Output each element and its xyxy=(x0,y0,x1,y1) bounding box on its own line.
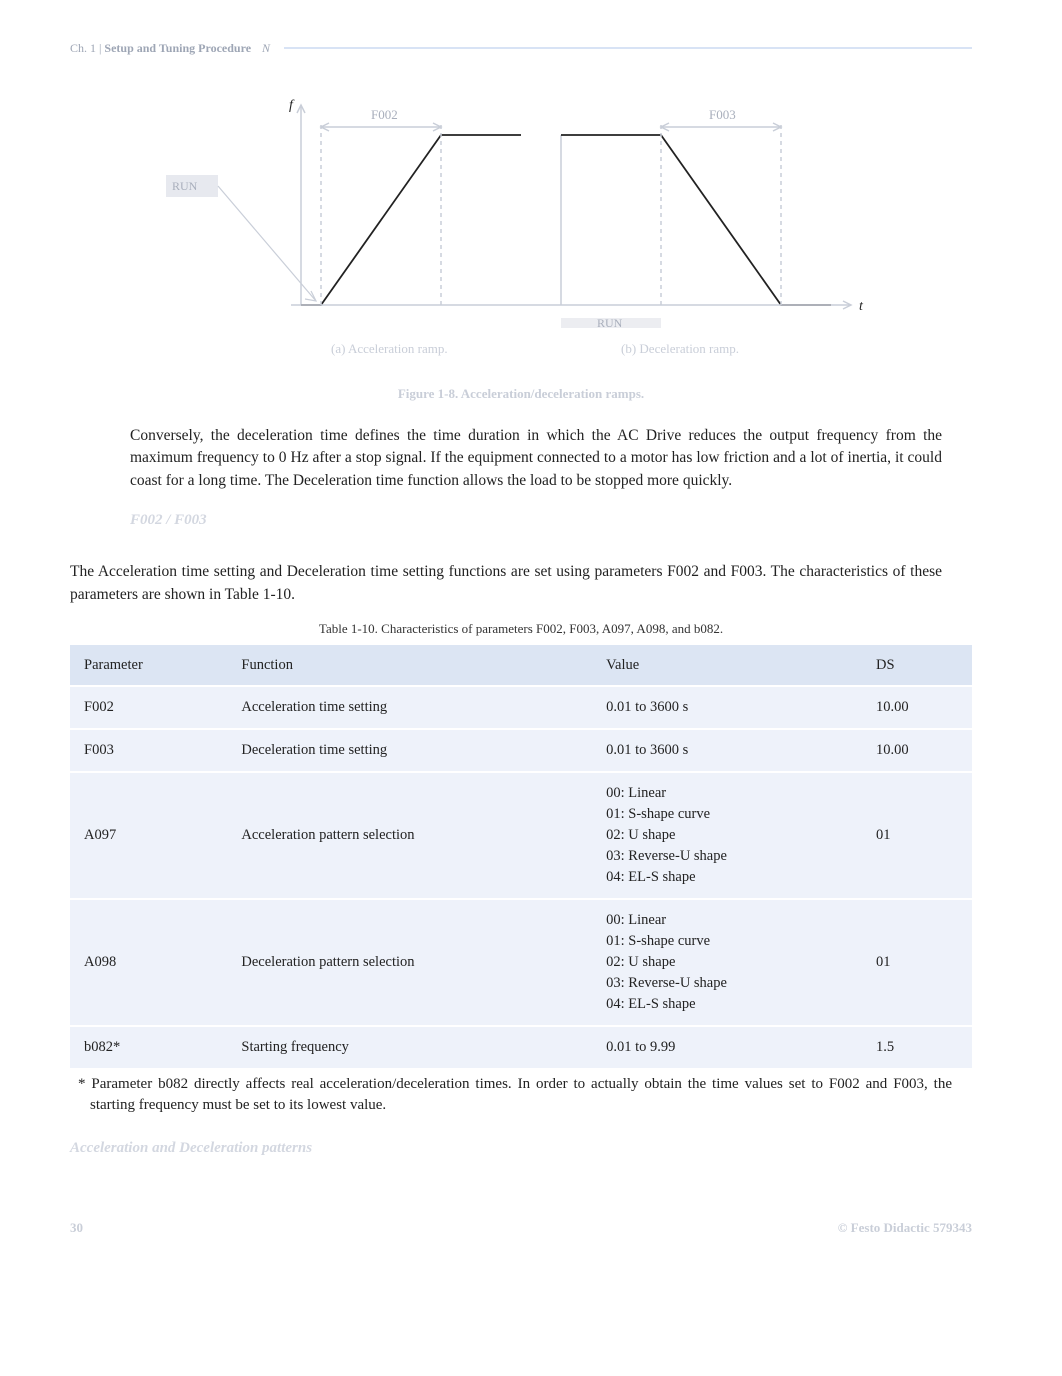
th-ds: DS xyxy=(862,645,972,686)
cell-ds: 10.00 xyxy=(862,729,972,772)
cell-function: Starting frequency xyxy=(227,1026,592,1068)
fig-caption-b: (b) Deceleration ramp. xyxy=(621,341,739,356)
footer-copyright: © Festo Didactic 579343 xyxy=(838,1219,972,1237)
fig-caption-a: (a) Acceleration ramp. xyxy=(331,341,448,356)
table-row: F003 Deceleration time setting 0.01 to 3… xyxy=(70,729,972,772)
parameters-table: Parameter Function Value DS F002 Acceler… xyxy=(70,645,972,1069)
subheading-f002-f003: F002 / F003 xyxy=(130,510,972,531)
fig-run-right: RUN xyxy=(597,316,623,330)
page-number: 30 xyxy=(70,1219,83,1237)
page-footer: 30 © Festo Didactic 579343 xyxy=(70,1219,972,1237)
th-function: Function xyxy=(227,645,592,686)
header-section: Ch. 1 | xyxy=(70,41,101,55)
cell-function: Acceleration time setting xyxy=(227,686,592,729)
cell-ds: 01 xyxy=(862,899,972,1026)
cell-parameter: A098 xyxy=(70,899,227,1026)
paragraph-params: The Acceleration time setting and Decele… xyxy=(70,561,942,606)
cell-ds: 10.00 xyxy=(862,686,972,729)
cell-value: 00: Linear 01: S-shape curve 02: U shape… xyxy=(592,899,862,1026)
cell-value: 0.01 to 3600 s xyxy=(592,729,862,772)
fig-f002: F002 xyxy=(371,107,398,122)
table-footnote: * Parameter b082 directly affects real a… xyxy=(78,1074,952,1116)
fig-f003: F003 xyxy=(709,107,736,122)
fig-xlabel: t xyxy=(859,299,864,314)
cell-function: Deceleration time setting xyxy=(227,729,592,772)
fig-run-left: RUN xyxy=(172,179,198,193)
page-header: Ch. 1 | Setup and Tuning Procedure N xyxy=(70,40,972,57)
fig-ylabel: f xyxy=(289,98,295,113)
table-caption: Table 1-10. Characteristics of parameter… xyxy=(70,620,972,638)
th-value: Value xyxy=(592,645,862,686)
cell-value: 00: Linear 01: S-shape curve 02: U shape… xyxy=(592,772,862,899)
header-suffix: N xyxy=(254,41,270,55)
cell-ds: 1.5 xyxy=(862,1026,972,1068)
paragraph-deceleration: Conversely, the deceleration time define… xyxy=(130,425,942,492)
subheading-patterns: Acceleration and Deceleration patterns xyxy=(70,1138,972,1159)
header-title: Setup and Tuning Procedure xyxy=(104,41,251,55)
cell-parameter: A097 xyxy=(70,772,227,899)
cell-function: Acceleration pattern selection xyxy=(227,772,592,899)
cell-parameter: b082* xyxy=(70,1026,227,1068)
th-parameter: Parameter xyxy=(70,645,227,686)
cell-value: 0.01 to 9.99 xyxy=(592,1026,862,1068)
table-row: b082* Starting frequency 0.01 to 9.99 1.… xyxy=(70,1026,972,1068)
header-rule xyxy=(284,47,972,49)
cell-parameter: F002 xyxy=(70,686,227,729)
cell-value: 0.01 to 3600 s xyxy=(592,686,862,729)
figure-accel-decel: f t RUN F002 RUN F003 (a) Acceleration r… xyxy=(161,75,881,375)
cell-parameter: F003 xyxy=(70,729,227,772)
table-row: F002 Acceleration time setting 0.01 to 3… xyxy=(70,686,972,729)
figure-caption: Figure 1-8. Acceleration/deceleration ra… xyxy=(70,385,972,403)
cell-ds: 01 xyxy=(862,772,972,899)
table-row: A098 Deceleration pattern selection 00: … xyxy=(70,899,972,1026)
table-row: A097 Acceleration pattern selection 00: … xyxy=(70,772,972,899)
cell-function: Deceleration pattern selection xyxy=(227,899,592,1026)
